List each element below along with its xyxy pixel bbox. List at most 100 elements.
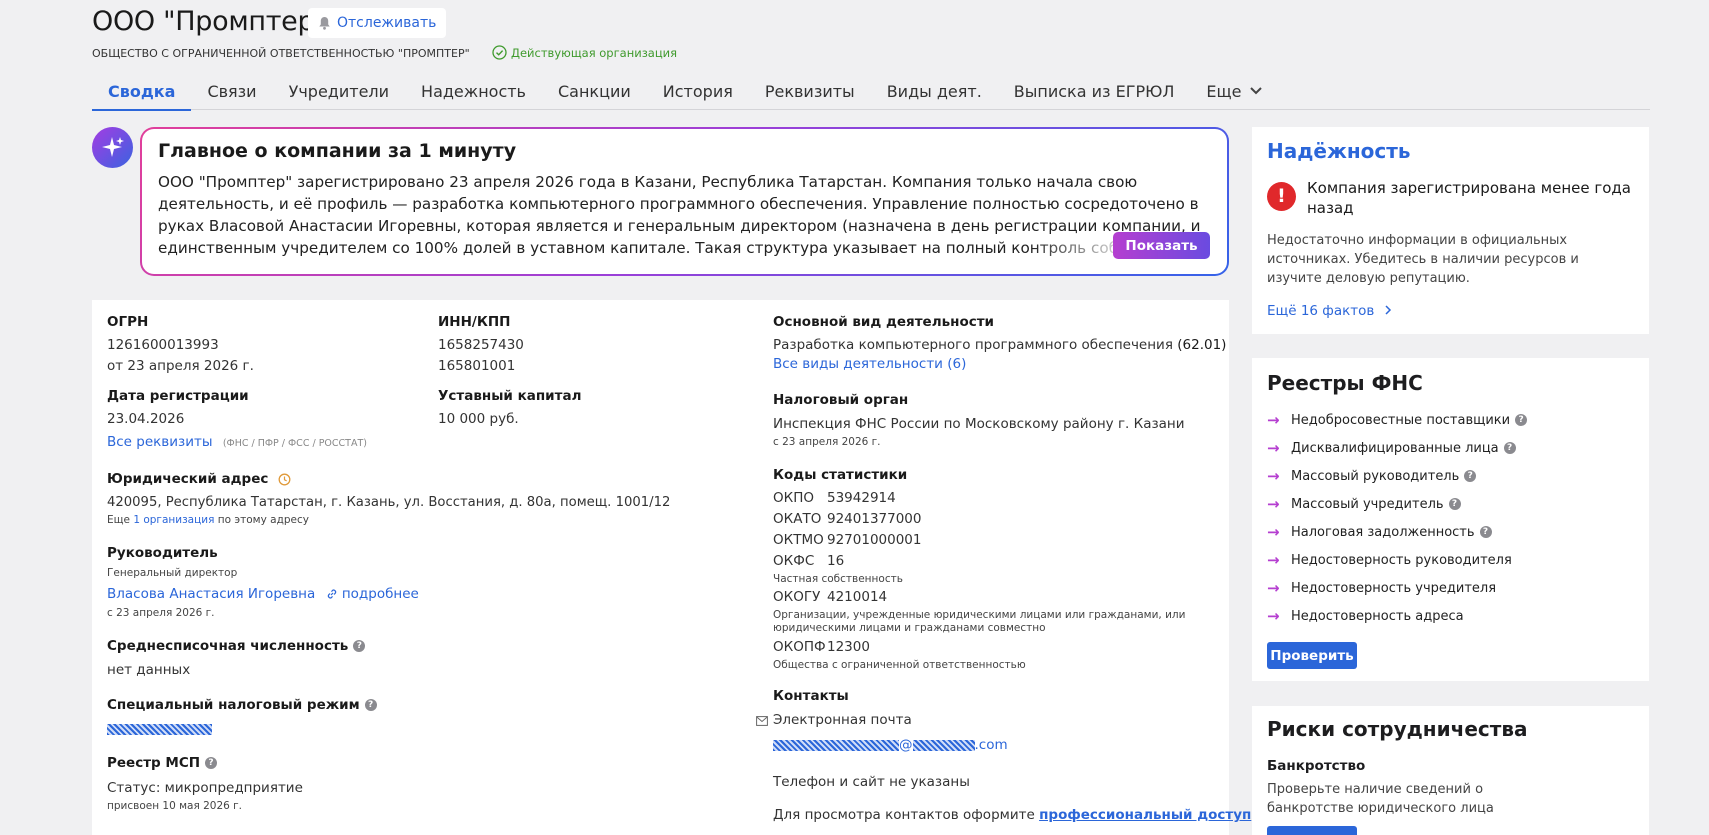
- show-summary-button[interactable]: Показать: [1113, 232, 1210, 259]
- ai-summary-card: Главное о компании за 1 минуту ООО "Пром…: [140, 127, 1229, 276]
- requisites-row: Все реквизиты (ФНС / ПФР / ФСС / РОССТАТ…: [107, 434, 367, 450]
- head-name-link[interactable]: Власова Анастасия Игоревна: [107, 586, 315, 602]
- arrow-right-icon: →: [1267, 607, 1280, 625]
- email-value[interactable]: @ .com: [773, 737, 1008, 753]
- help-icon[interactable]: ?: [1448, 498, 1461, 510]
- okopf-value: 12300: [827, 639, 870, 655]
- risks-title: Риски сотрудничества: [1267, 717, 1528, 741]
- fns-item[interactable]: → Недостоверность учредителя: [1267, 579, 1496, 597]
- help-icon[interactable]: ?: [1503, 442, 1516, 454]
- reliability-title[interactable]: Надёжность: [1267, 139, 1411, 163]
- requisites-note: (ФНС / ПФР / ФСС / РОССТАТ): [222, 438, 367, 449]
- reg-date-value: 23.04.2026: [107, 411, 185, 427]
- tab-requisites[interactable]: Реквизиты: [749, 72, 871, 110]
- all-requisites-link[interactable]: Все реквизиты: [107, 434, 213, 450]
- tax-mode-value[interactable]: [107, 721, 212, 737]
- ai-sparkle-icon: [92, 127, 133, 168]
- okato-row: ОКАТО 92401377000: [773, 511, 921, 527]
- head-details-link[interactable]: подробнее: [342, 586, 419, 602]
- more-facts-row[interactable]: Ещё 16 фактов: [1267, 303, 1392, 319]
- head-label: Руководитель: [107, 545, 218, 561]
- tab-history[interactable]: История: [647, 72, 749, 110]
- address-more-suffix: по этому адресу: [217, 514, 309, 526]
- tax-office-since: с 23 апреля 2026 г.: [773, 436, 881, 448]
- fns-item[interactable]: → Дисквалифицированные лица?: [1267, 439, 1516, 457]
- help-icon[interactable]: ?: [1479, 526, 1492, 538]
- alert-icon: !: [1267, 182, 1296, 211]
- tab-more[interactable]: Еще: [1190, 72, 1279, 110]
- masked-value[interactable]: [107, 723, 212, 735]
- address-orgs-link[interactable]: 1 организация: [133, 514, 214, 526]
- help-icon[interactable]: ?: [205, 757, 218, 769]
- tab-sanctions[interactable]: Санкции: [542, 72, 647, 110]
- contacts-label: Контакты: [773, 688, 849, 704]
- inn-label: ИНН/КПП: [438, 314, 511, 330]
- chevron-right-icon: [1385, 305, 1391, 315]
- fns-item-label: Дисквалифицированные лица: [1291, 440, 1499, 456]
- tax-office-value: Инспекция ФНС России по Московскому райо…: [773, 416, 1185, 432]
- tax-mode-label: Специальный налоговый режим?: [107, 697, 377, 713]
- address-more: Еще 1 организация по этому адресу: [107, 514, 309, 526]
- ai-summary-text: ООО "Промптер" зарегистрировано 23 апрел…: [158, 171, 1211, 259]
- help-icon[interactable]: ?: [1464, 470, 1477, 482]
- bankruptcy-check-button[interactable]: [1267, 826, 1357, 835]
- okopf-note: Общества с ограниченной ответственностью: [773, 659, 1026, 671]
- fns-item[interactable]: → Недостоверность адреса: [1267, 607, 1464, 625]
- fns-item-label: Массовый руководитель: [1291, 468, 1460, 484]
- fns-check-button[interactable]: Проверить: [1267, 642, 1357, 669]
- employees-value: нет данных: [107, 662, 191, 678]
- address-label: Юридический адрес: [107, 471, 291, 487]
- ai-summary-title: Главное о компании за 1 минуту: [158, 140, 517, 162]
- okogu-row: ОКОГУ 4210014: [773, 589, 887, 605]
- help-icon[interactable]: ?: [364, 699, 377, 711]
- msp-status: Статус: микропредприятие: [107, 780, 303, 796]
- company-details-card: ОГРН 1261600013993 от 23 апреля 2026 г. …: [92, 300, 1251, 835]
- okogu-value: 4210014: [827, 589, 888, 605]
- fns-item-label: Недостоверность учредителя: [1291, 580, 1497, 596]
- help-icon[interactable]: ?: [353, 640, 366, 652]
- fns-item[interactable]: → Массовый руководитель?: [1267, 467, 1477, 485]
- help-icon[interactable]: ?: [1515, 414, 1528, 426]
- activity-code: (62.01): [1177, 337, 1227, 353]
- tab-reliability[interactable]: Надежность: [405, 72, 542, 110]
- masked-email-name[interactable]: [773, 739, 899, 751]
- okpo-value: 53942914: [827, 490, 896, 506]
- stats-label: Коды статистики: [773, 467, 908, 483]
- okopf-name: ОКОПФ: [773, 639, 826, 655]
- tab-links[interactable]: Связи: [191, 72, 272, 110]
- status-text: Действующая организация: [511, 45, 678, 60]
- tab-egrul[interactable]: Выписка из ЕГРЮЛ: [998, 72, 1191, 110]
- tab-founders[interactable]: Учредители: [273, 72, 405, 110]
- fns-item[interactable]: → Налоговая задолженность?: [1267, 523, 1492, 541]
- fns-item[interactable]: → Массовый учредитель?: [1267, 495, 1461, 513]
- fns-title: Реестры ФНС: [1267, 371, 1423, 395]
- okfs-name: ОКФС: [773, 553, 815, 569]
- tab-summary[interactable]: Сводка: [92, 72, 192, 111]
- okato-value: 92401377000: [827, 511, 922, 527]
- follow-button[interactable]: Отслеживать: [308, 8, 447, 38]
- tab-activities[interactable]: Виды деят.: [871, 72, 998, 110]
- okfs-value: 16: [827, 553, 845, 569]
- fns-item-label: Массовый учредитель: [1291, 496, 1444, 512]
- access-prefix: Для просмотра контактов оформите: [773, 807, 1035, 823]
- email-at: @: [899, 737, 913, 753]
- msp-date: присвоен 10 мая 2026 г.: [107, 800, 243, 812]
- head-position: Генеральный директор: [107, 567, 238, 579]
- okpo-row: ОКПО 53942914: [773, 490, 896, 506]
- fns-item-label: Недобросовестные поставщики: [1291, 412, 1511, 428]
- okopf-row: ОКОПФ12300: [773, 639, 870, 655]
- masked-email-host[interactable]: [912, 739, 975, 751]
- fns-item[interactable]: → Недостоверность руководителя: [1267, 551, 1512, 569]
- mail-icon: [756, 716, 768, 726]
- tax-mode-label-text: Специальный налоговый режим: [107, 697, 360, 713]
- inn-value: 1658257430: [438, 337, 524, 353]
- msp-label-text: Реестр МСП: [107, 755, 201, 771]
- all-activities-link[interactable]: Все виды деятельности (6): [773, 356, 966, 372]
- company-title: ООО "Промптер": [92, 6, 327, 37]
- more-facts-link[interactable]: Ещё 16 фактов: [1267, 303, 1374, 319]
- okogu-name: ОКОГУ: [773, 589, 821, 605]
- pro-access-link[interactable]: профессиональный доступ: [1039, 807, 1251, 823]
- oktmo-name: ОКТМО: [773, 532, 824, 548]
- fns-item[interactable]: → Недобросовестные поставщики?: [1267, 411, 1528, 429]
- fns-registers-card: Реестры ФНС → Недобросовестные поставщики…: [1252, 358, 1649, 681]
